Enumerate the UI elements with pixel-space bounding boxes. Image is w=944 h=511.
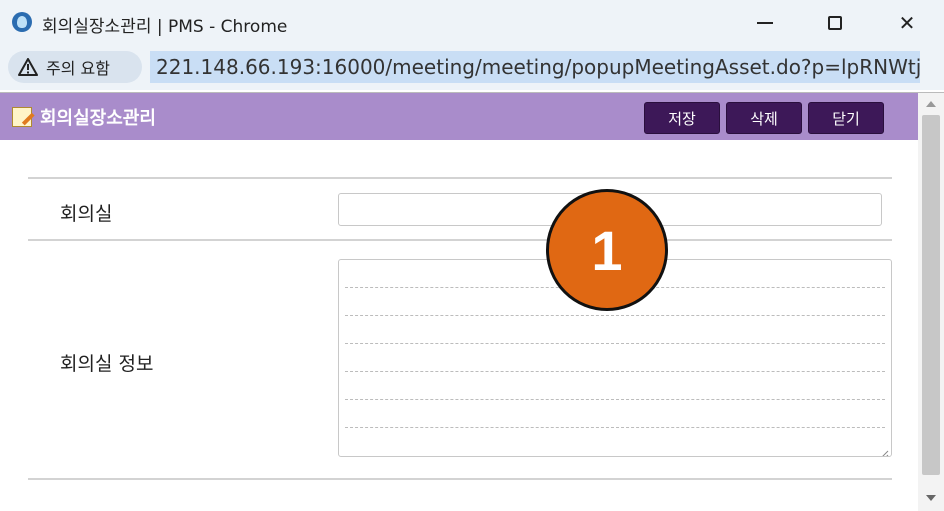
- textarea-ruled-line: [345, 427, 885, 428]
- close-icon: ✕: [898, 11, 916, 35]
- form-divider-middle: [28, 239, 892, 241]
- room-info-label: 회의실 정보: [60, 353, 154, 375]
- delete-button[interactable]: 삭제: [726, 102, 802, 134]
- minimize-icon: [757, 22, 773, 24]
- chrome-popup-window: 회의실장소관리 | PMS - Chrome ✕ 주의 요함 221.148.6…: [0, 0, 944, 511]
- textarea-ruled-line: [345, 315, 885, 316]
- close-window-button[interactable]: ✕: [884, 8, 930, 38]
- form-divider-top: [28, 177, 892, 179]
- maximize-icon: [828, 16, 842, 30]
- minimize-button[interactable]: [742, 8, 788, 38]
- url-field[interactable]: 221.148.66.193:16000/meeting/meeting/pop…: [150, 51, 920, 83]
- close-button[interactable]: 닫기: [808, 102, 884, 134]
- form-divider-bottom: [28, 478, 892, 480]
- textarea-ruled-line: [345, 343, 885, 344]
- scroll-up-arrow-icon[interactable]: [926, 101, 936, 107]
- url-text: 221.148.66.193:16000/meeting/meeting/pop…: [156, 55, 920, 79]
- resize-grip-icon[interactable]: [879, 444, 889, 456]
- pencil-icon: [12, 107, 32, 127]
- textarea-ruled-line: [345, 371, 885, 372]
- page-title: 회의실장소관리: [40, 108, 156, 129]
- warning-triangle-icon: [18, 58, 38, 76]
- title-bar: 회의실장소관리 | PMS - Chrome ✕: [0, 0, 944, 46]
- chrome-app-icon: [12, 12, 32, 32]
- textarea-ruled-line: [345, 399, 885, 400]
- window-title: 회의실장소관리 | PMS - Chrome: [42, 17, 288, 37]
- save-button[interactable]: 저장: [644, 102, 720, 134]
- scroll-down-arrow-icon[interactable]: [926, 495, 936, 501]
- room-name-label: 회의실: [60, 203, 113, 225]
- security-chip[interactable]: 주의 요함: [8, 51, 142, 83]
- scrollbar-thumb[interactable]: [922, 115, 940, 475]
- address-bar: 주의 요함 221.148.66.193:16000/meeting/meeti…: [0, 46, 944, 90]
- maximize-button[interactable]: [812, 8, 858, 38]
- page-content: 회의실장소관리 저장 삭제 닫기 회의실 회의실 정보 1: [0, 92, 944, 511]
- step-number-badge: 1: [546, 189, 668, 311]
- page-header-bar: 회의실장소관리 저장 삭제 닫기: [0, 93, 918, 140]
- security-label: 주의 요함: [46, 59, 110, 78]
